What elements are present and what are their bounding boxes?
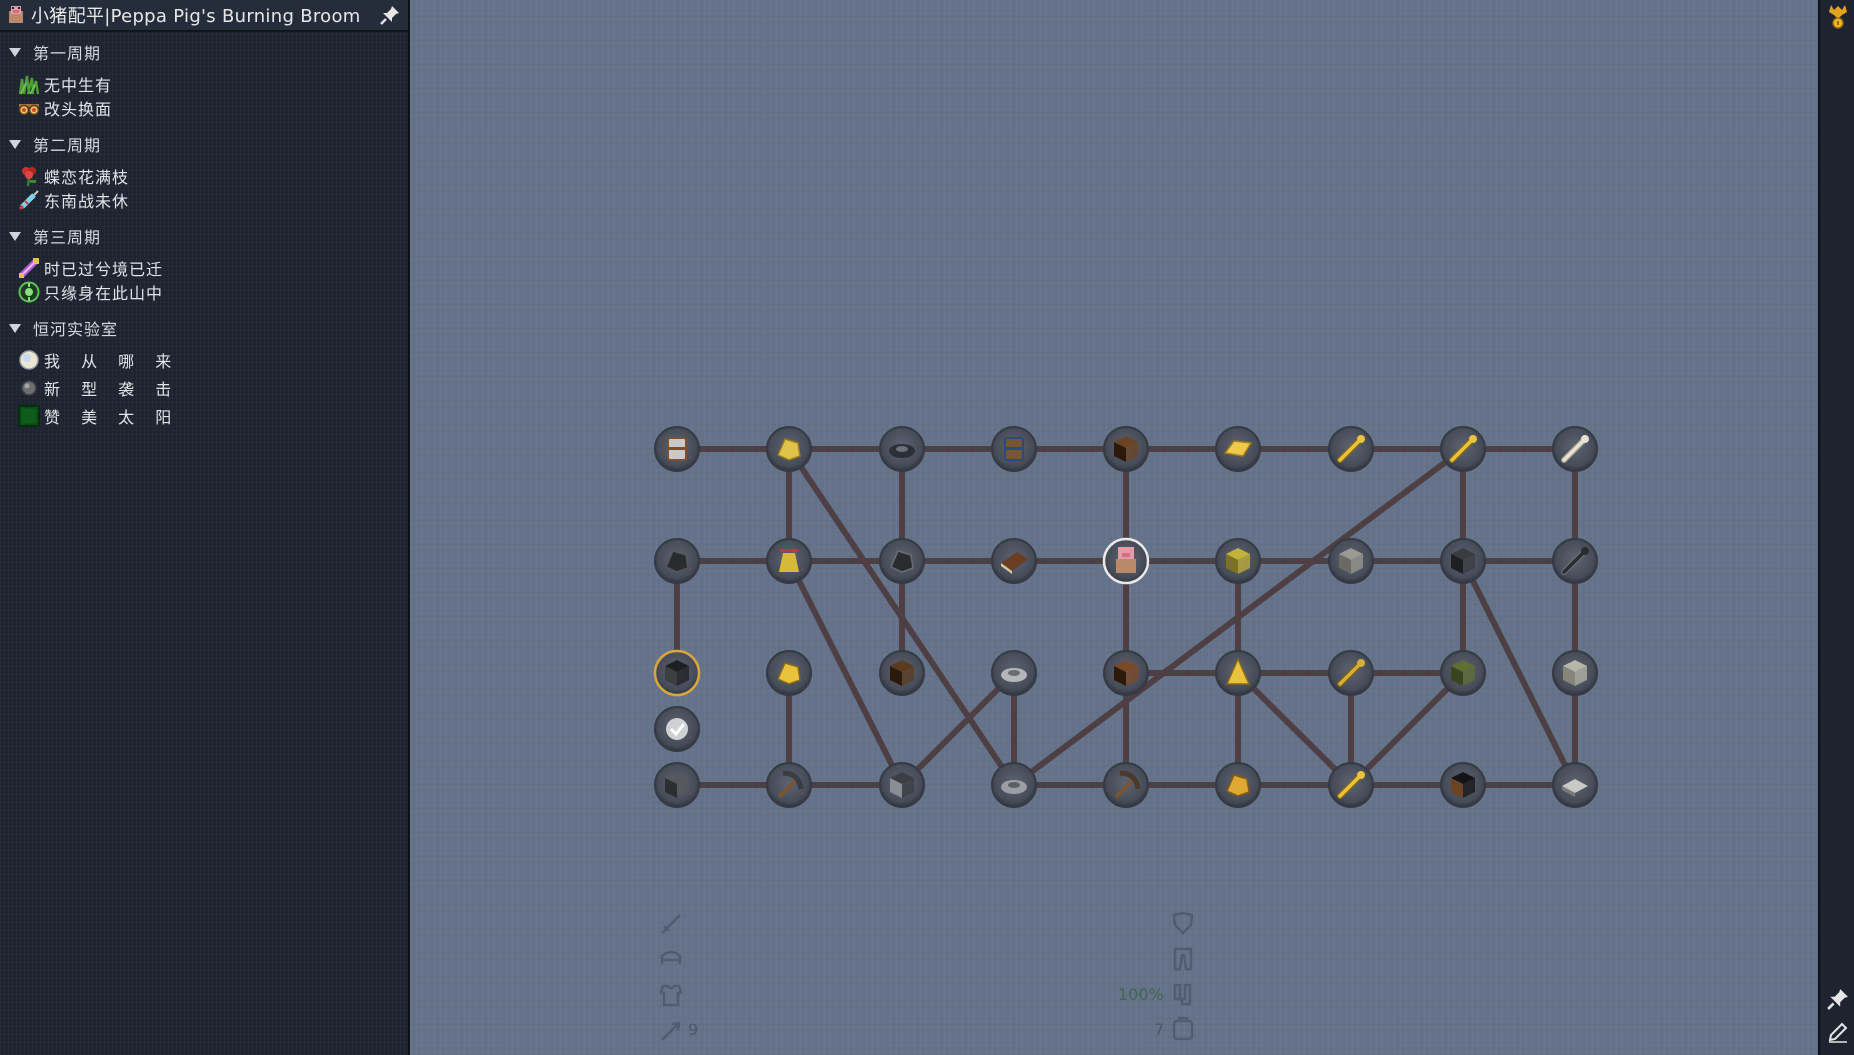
quest-node[interactable] — [879, 762, 925, 808]
shield-slot-icon — [1170, 910, 1198, 938]
quest-item[interactable]: 时已过兮境已迁 — [0, 255, 163, 281]
quest-node[interactable] — [654, 426, 700, 472]
quest-node[interactable] — [766, 538, 812, 584]
quest-node[interactable] — [1552, 650, 1598, 696]
pig-icon — [1116, 547, 1136, 573]
quest-item[interactable]: 赞 美 太 阳 — [0, 403, 179, 429]
arrow-slot-icon — [658, 1018, 686, 1046]
dish-icon — [1001, 780, 1027, 794]
arrow-count: 9 — [688, 1020, 699, 1039]
green-block-icon — [18, 405, 40, 427]
quest-node[interactable] — [991, 538, 1037, 584]
glasses-icon — [18, 97, 40, 119]
leggings-slot-icon — [1170, 946, 1198, 974]
pin-icon[interactable] — [1824, 985, 1852, 1013]
quest-links — [674, 446, 1578, 788]
chapter-header-4[interactable]: 恒河实验室 — [0, 315, 118, 341]
dark-ring-icon — [889, 444, 915, 458]
quest-node[interactable] — [1440, 426, 1486, 472]
backpack-count: 7 — [1154, 1020, 1165, 1039]
quest-node[interactable] — [766, 762, 812, 808]
chapter-header-1[interactable]: 第一周期 — [0, 39, 101, 65]
quest-node[interactable] — [1215, 426, 1261, 472]
quest-node[interactable] — [1215, 538, 1261, 584]
quest-node[interactable] — [1328, 538, 1374, 584]
chapter-titlebar: 小猪配平|Peppa Pig's Burning Broom — [0, 0, 408, 32]
pig-icon — [6, 4, 26, 26]
quest-node[interactable] — [991, 762, 1037, 808]
white-orb-icon — [18, 349, 40, 371]
quest-node[interactable] — [1328, 650, 1374, 696]
quest-link — [1348, 670, 1466, 788]
quest-sidebar: 小猪配平|Peppa Pig's Burning Broom 第一周期 无中生有 — [0, 0, 410, 1055]
quest-item[interactable]: 无中生有 — [0, 71, 112, 97]
edit-icon[interactable] — [1824, 1018, 1852, 1046]
pin-icon[interactable] — [378, 3, 402, 27]
bucket-icon — [667, 437, 687, 461]
quest-link — [899, 670, 1017, 788]
grey-orb-icon — [18, 377, 40, 399]
chapter-header-3[interactable]: 第三周期 — [0, 223, 101, 249]
check-icon — [666, 718, 688, 740]
chestplate-slot-icon — [658, 982, 686, 1010]
helmet-slot-icon — [658, 946, 686, 974]
quest-node[interactable] — [1328, 426, 1374, 472]
boots-slot-icon — [1170, 982, 1198, 1010]
quest-graph — [653, 426, 1598, 808]
quest-item[interactable]: 只缘身在此山中 — [0, 279, 163, 305]
flower-icon — [18, 165, 40, 187]
syringe-icon — [18, 189, 40, 211]
quest-node[interactable] — [1440, 650, 1486, 696]
backpack-slot-icon — [1170, 1016, 1198, 1044]
quest-node[interactable] — [1552, 762, 1598, 808]
quest-node[interactable] — [879, 650, 925, 696]
window-title: 小猪配平|Peppa Pig's Burning Broom — [31, 6, 361, 27]
quest-node[interactable] — [766, 426, 812, 472]
quest-node[interactable] — [879, 426, 925, 472]
green-orb-icon — [18, 281, 40, 303]
quest-node[interactable] — [654, 762, 700, 808]
expand-triangle-icon — [9, 231, 21, 241]
trophy-icon[interactable] — [1824, 2, 1852, 30]
durability-percent: 100% — [1118, 985, 1164, 1004]
quest-node[interactable] — [766, 650, 812, 696]
quest-item[interactable]: 改头换面 — [0, 95, 112, 121]
right-toolbar — [1818, 0, 1854, 1055]
expand-triangle-icon — [9, 47, 21, 57]
quest-node[interactable] — [654, 706, 700, 752]
quest-item[interactable]: 东南战未休 — [0, 187, 129, 213]
quest-item[interactable]: 新 型 袭 击 — [0, 375, 179, 401]
quest-node[interactable] — [1440, 762, 1486, 808]
quest-node[interactable] — [1215, 762, 1261, 808]
grey-dish-icon — [1001, 668, 1027, 682]
quest-node[interactable] — [654, 538, 700, 584]
quest-node[interactable] — [879, 538, 925, 584]
grass-icon — [18, 73, 40, 95]
expand-triangle-icon — [9, 139, 21, 149]
barrel-icon — [1004, 437, 1024, 461]
quest-node[interactable] — [991, 426, 1037, 472]
potion-icon — [18, 257, 40, 279]
quest-node[interactable] — [653, 649, 701, 697]
expand-triangle-icon — [9, 323, 21, 333]
quest-link — [1235, 670, 1354, 788]
chapter-header-2[interactable]: 第二周期 — [0, 131, 101, 157]
quest-item[interactable]: 我 从 哪 来 — [0, 347, 179, 373]
quest-node[interactable] — [991, 650, 1037, 696]
quest-node[interactable] — [1328, 762, 1374, 808]
quest-node[interactable] — [1103, 426, 1149, 472]
quest-node[interactable] — [1552, 538, 1598, 584]
quest-node[interactable] — [1440, 538, 1486, 584]
sword-slot-icon — [658, 912, 686, 940]
quest-node[interactable] — [1103, 650, 1149, 696]
quest-node[interactable] — [1552, 426, 1598, 472]
quest-node[interactable] — [1103, 762, 1149, 808]
quest-node[interactable] — [1215, 650, 1261, 696]
quest-item[interactable]: 蝶恋花满枝 — [0, 163, 129, 189]
quest-node[interactable] — [1102, 537, 1150, 585]
quest-map[interactable]: 9 100% 7 — [410, 0, 1818, 1055]
